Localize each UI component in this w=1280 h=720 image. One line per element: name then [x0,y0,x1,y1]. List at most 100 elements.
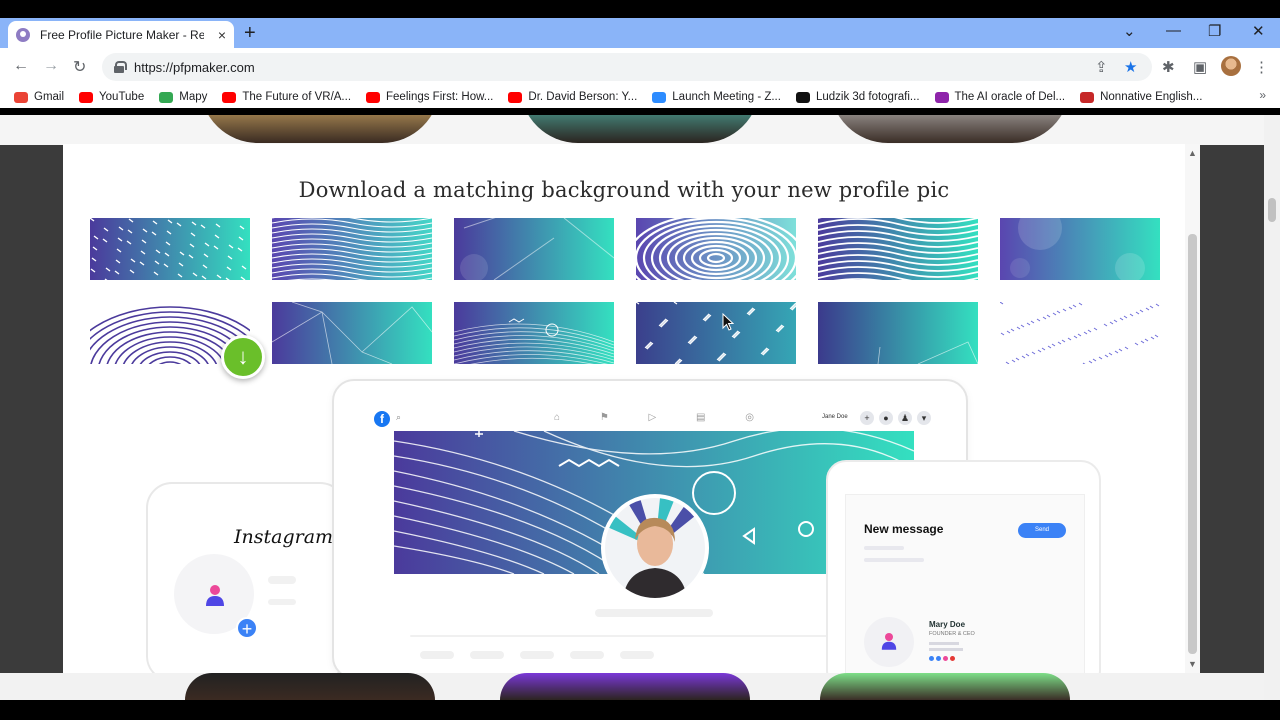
person-icon [206,585,224,606]
bookmark-item[interactable]: The AI oracle of Del... [934,91,1065,103]
bg-bokeh-teal[interactable] [1000,218,1160,280]
extensions-icon[interactable]: ✱ [1162,58,1175,76]
site-favicon-icon [16,27,30,42]
home-icon: ⌂ [554,412,561,423]
send-button: Send [1018,523,1066,538]
modal-title: Download a matching background with your… [298,178,950,202]
bg-maze-lines-purple[interactable] [272,218,432,280]
instagram-mockup: Instagram + [146,482,346,673]
person-icon [881,633,897,650]
placeholder-line [420,651,454,659]
placeholder-line [470,651,504,659]
photo-strip-bottom [0,673,1264,700]
minimize-icon[interactable]: — [1166,22,1181,39]
facebook-nav-icons: ⌂ ⚑ ▷ ▤ ◎ [554,412,754,423]
bg-doodle-white[interactable] [1000,302,1160,364]
bookmark-item[interactable]: Launch Meeting - Z... [652,91,781,103]
bg-wavy-lines-purple[interactable] [818,218,978,280]
profile-avatar[interactable] [1221,56,1241,76]
reload-button[interactable]: ↻ [73,57,86,77]
bookmark-item[interactable]: Dr. David Berson: Y... [508,91,637,103]
social-icons [929,656,955,661]
instagram-logo-text: Instagram [234,526,334,548]
bookmark-label: YouTube [99,91,145,103]
bookmark-favicon-icon [14,91,28,103]
video-icon: ▷ [648,412,657,423]
forward-button[interactable]: → [43,57,59,75]
store-icon: ▤ [696,412,706,423]
new-tab-button[interactable]: + [244,22,256,45]
menu-icon[interactable]: ⋮ [1254,58,1269,76]
placeholder-line [570,651,604,659]
social-icon [936,656,941,661]
background-download-modal: Download a matching background with your… [63,144,1200,673]
profile-photo-partial [185,673,435,700]
bookmark-item[interactable]: YouTube [79,91,144,103]
download-arrow-icon: ↓ [237,344,249,369]
page-scrollbar-thumb[interactable] [1268,198,1276,222]
bookmark-favicon-icon [366,91,381,103]
bookmark-favicon-icon [222,91,237,103]
tab-title: Free Profile Picture Maker - Resu [40,27,204,42]
share-icon[interactable]: ⇪ [1095,58,1108,76]
scroll-down-icon[interactable]: ▼ [1188,659,1197,669]
bg-swirl-waves-purple[interactable] [636,218,796,280]
placeholder-line [268,576,296,584]
social-icon [950,656,955,661]
bookmark-item[interactable]: Gmail [14,91,64,103]
screen: Free Profile Picture Maker - Resu × + ⌄ … [0,0,1280,720]
modal-scrollbar[interactable] [1185,144,1200,673]
bg-confetti-purple-teal[interactable] [90,218,250,280]
modal-scrollbar-thumb[interactable] [1188,234,1197,654]
bookmark-item[interactable]: The Future of VR/A... [222,91,351,103]
mouse-cursor-icon [722,313,734,331]
profile-photo-partial [520,115,760,143]
bookmark-favicon-icon [795,91,810,103]
placeholder-line [268,599,296,605]
photo-strip-top [0,115,1264,145]
bookmark-label: The Future of VR/A... [242,91,352,103]
bg-memphis-dark[interactable] [636,302,796,364]
social-icon [943,656,948,661]
email-mockup: New message Send Mary Doe FOUNDER & CEO [826,460,1101,673]
placeholder-line [864,558,924,562]
placeholder-line [864,546,904,550]
bg-geometric-teal[interactable] [454,218,614,280]
bg-polygon-purple-teal[interactable] [272,302,432,364]
restore-icon[interactable]: ❐ [1208,22,1221,40]
facebook-user-name: Jane Doe [822,414,848,420]
bg-lines-shapes-teal[interactable] [454,302,614,364]
side-panel-icon[interactable]: ▣ [1193,58,1207,76]
bookmark-favicon-icon [934,91,949,103]
caret-icon: ▾ [917,411,931,425]
bg-gradient-plain[interactable] [818,302,978,364]
lock-icon [114,61,127,73]
back-button[interactable]: ← [13,57,29,75]
screen-bottom-edge [0,700,1280,720]
close-tab-icon[interactable]: × [218,27,226,43]
tab-strip: Free Profile Picture Maker - Resu × + ⌄ … [0,18,1280,48]
download-button[interactable]: ↓ [221,335,265,379]
bookmark-favicon-icon [1080,91,1095,103]
bookmark-item[interactable]: Mapy [159,91,207,103]
tab-search-icon[interactable]: ⌄ [1123,22,1136,40]
more-bookmarks-icon[interactable]: » [1259,88,1266,102]
flag-icon: ⚑ [599,412,609,423]
groups-icon: ◎ [745,412,754,423]
address-bar[interactable]: https://pfpmaker.com [102,53,1152,81]
scroll-up-icon[interactable]: ▲ [1188,148,1197,158]
bookmark-favicon-icon [652,91,667,103]
bookmark-star-icon[interactable]: ★ [1124,58,1137,76]
bookmark-favicon-icon [508,91,523,103]
bookmark-item[interactable]: Nonnative English... [1080,91,1202,103]
url-text[interactable]: https://pfpmaker.com [134,60,255,75]
page-scrollbar[interactable] [1264,115,1280,700]
signature-name: Mary Doe [929,620,966,629]
bookmark-item[interactable]: Ludzik 3d fotografi... [795,91,920,103]
close-window-icon[interactable]: ✕ [1252,22,1265,40]
browser-tab[interactable]: Free Profile Picture Maker - Resu × [8,21,234,48]
bookmark-item[interactable]: Feelings First: How... [366,91,493,103]
bookmark-favicon-icon [159,91,174,103]
page-content: Download a matching background with your… [0,115,1264,700]
profile-photo-partial [500,673,750,700]
